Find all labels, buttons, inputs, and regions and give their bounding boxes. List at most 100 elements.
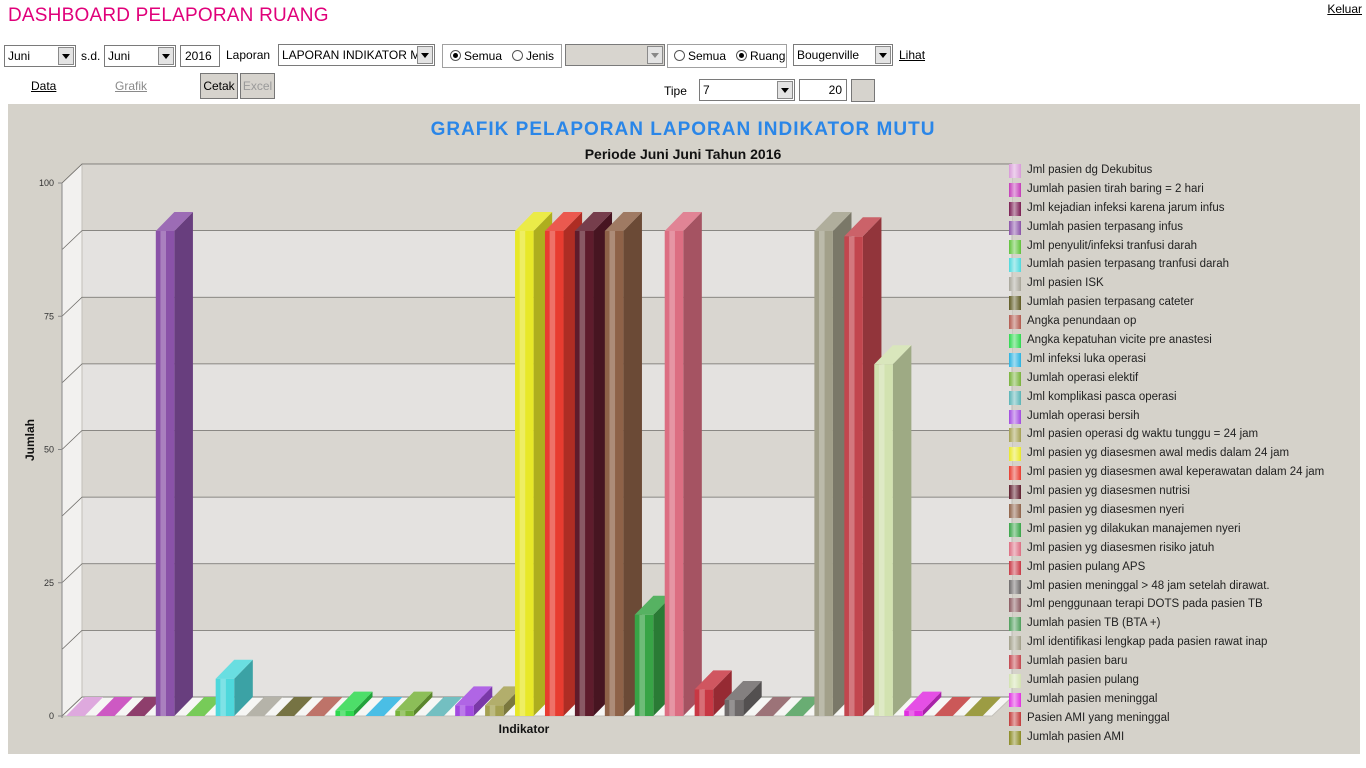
legend-item: Jumlah pasien tirah baring = 2 hari	[1008, 181, 1358, 200]
legend-swatch	[1009, 674, 1021, 689]
y-tick-label: 50	[44, 445, 54, 455]
legend-swatch	[1009, 692, 1021, 707]
bar-highlight	[459, 705, 466, 716]
bar-highlight	[639, 614, 645, 716]
bar-highlight	[609, 230, 616, 716]
legend-swatch	[1009, 220, 1021, 235]
legend-item: Jml kejadian infeksi karena jarum infus	[1008, 200, 1358, 219]
legend-swatch	[1009, 182, 1021, 197]
legend-swatch	[1009, 485, 1021, 500]
legend-item: Jumlah operasi bersih	[1008, 408, 1358, 427]
legend-item: Angka penundaan op	[1008, 313, 1358, 332]
bar-side	[174, 211, 193, 716]
bar-highlight	[160, 230, 167, 716]
bar-side	[683, 211, 702, 716]
legend-swatch	[1009, 371, 1021, 386]
legend-item: Jml pasien ISK	[1008, 275, 1358, 294]
legend-item: Jml infeksi luka operasi	[1008, 351, 1358, 370]
legend-swatch	[1009, 617, 1021, 632]
y-tick-label: 0	[49, 711, 54, 721]
legend-swatch	[1009, 164, 1021, 178]
legend-swatch	[1009, 655, 1021, 670]
legend-item: Jml identifikasi lengkap pada pasien raw…	[1008, 634, 1358, 653]
legend-item: Jumlah pasien baru	[1008, 653, 1358, 672]
chart-legend: Jml pasien dg Dekubitus Jumlah pasien tir…	[1008, 162, 1358, 748]
legend-item: Jml penyulit/infeksi tranfusi darah	[1008, 238, 1358, 257]
legend-swatch	[1009, 636, 1021, 651]
legend-label: Angka kepatuhan vicite pre anastesi	[1027, 334, 1212, 347]
legend-swatch	[1009, 277, 1021, 292]
legend-swatch	[1009, 258, 1021, 273]
legend-label: Jml pasien yg diasesmen awal medis dalam…	[1027, 447, 1290, 460]
legend-item: Jml komplikasi pasca operasi	[1008, 389, 1358, 408]
legend-label: Jml pasien meninggal > 48 jam setelah di…	[1027, 579, 1270, 592]
legend-swatch	[1009, 390, 1021, 405]
legend-item: Jumlah operasi elektif	[1008, 370, 1358, 389]
legend-label: Jml identifikasi lengkap pada pasien raw…	[1027, 636, 1268, 649]
legend-item: Jumlah pasien AMI	[1008, 729, 1358, 748]
bar-highlight	[579, 230, 586, 716]
legend-swatch	[1009, 730, 1021, 745]
legend-label: Jml kejadian infeksi karena jarum infus	[1027, 201, 1225, 214]
legend-label: Jml pasien yg diasesmen nyeri	[1027, 504, 1185, 517]
legend-label: Jml infeksi luka operasi	[1027, 352, 1146, 365]
legend-label: Jml pasien yg diasesmen nutrisi	[1027, 485, 1190, 498]
y-tick-label: 100	[39, 178, 54, 188]
legend-label: Jml penggunaan terapi DOTS pada pasien T…	[1027, 598, 1263, 611]
legend-item: Jml pasien meninggal > 48 jam setelah di…	[1008, 578, 1358, 597]
legend-label: Jml penyulit/infeksi tranfusi darah	[1027, 239, 1198, 252]
bar	[664, 211, 702, 716]
bar-highlight	[399, 710, 406, 716]
legend-item: Jml pasien yg diasesmen awal keperawatan…	[1008, 464, 1358, 483]
legend-label: Jml pasien yg diasesmen awal keperawatan…	[1027, 466, 1325, 479]
legend-swatch	[1009, 334, 1021, 349]
legend-swatch	[1009, 598, 1021, 613]
legend-label: Pasien AMI yang meninggal	[1027, 711, 1170, 724]
legend-swatch	[1009, 409, 1021, 424]
bar-highlight	[699, 689, 705, 716]
bar-highlight	[729, 700, 735, 716]
legend-item: Jumlah pasien TB (BTA +)	[1008, 615, 1358, 634]
legend-item: Jml pasien yg diasesmen nyeri	[1008, 502, 1358, 521]
x-axis-label: Indikator	[499, 722, 550, 736]
bar-highlight	[848, 236, 855, 717]
bar-highlight	[489, 705, 496, 716]
legend-swatch	[1009, 466, 1021, 481]
legend-label: Jumlah pasien tirah baring = 2 hari	[1027, 182, 1204, 195]
legend-swatch	[1009, 447, 1021, 462]
bar-highlight	[669, 230, 675, 716]
legend-swatch	[1009, 504, 1021, 519]
bar-highlight	[220, 678, 226, 716]
bar-highlight	[519, 230, 526, 716]
legend-item: Jml pasien yg diasesmen awal medis dalam…	[1008, 445, 1358, 464]
legend-item: Jml pasien yg diasesmen risiko jatuh	[1008, 540, 1358, 559]
legend-item: Jumlah pasien pulang	[1008, 672, 1358, 691]
legend-item: Jumlah pasien terpasang cateter	[1008, 294, 1358, 313]
legend-label: Jml pasien operasi dg waktu tunggu = 24 …	[1027, 428, 1259, 441]
legend-label: Jumlah pasien baru	[1027, 655, 1128, 668]
legend-swatch	[1009, 579, 1021, 594]
legend-swatch	[1009, 711, 1021, 726]
legend-label: Jml pasien dg Dekubitus	[1027, 164, 1153, 176]
legend-label: Jml pasien yg diasesmen risiko jatuh	[1027, 541, 1215, 554]
bar-highlight	[878, 364, 885, 716]
legend-label: Jml pasien yg dilakukan manajemen nyeri	[1027, 522, 1241, 535]
legend-swatch	[1009, 296, 1021, 311]
bar-side	[892, 345, 912, 716]
legend-item: Pasien AMI yang meninggal	[1008, 710, 1358, 729]
legend-label: Jumlah pasien meninggal	[1027, 692, 1158, 705]
legend-item: Jml penggunaan terapi DOTS pada pasien T…	[1008, 596, 1358, 615]
legend-label: Jumlah operasi elektif	[1027, 371, 1139, 384]
legend-swatch	[1009, 522, 1021, 537]
legend-label: Jumlah pasien pulang	[1027, 674, 1139, 687]
legend-swatch	[1009, 541, 1021, 556]
legend-item: Jml pasien yg dilakukan manajemen nyeri	[1008, 521, 1358, 540]
legend-item: Jumlah pasien terpasang infus	[1008, 219, 1358, 238]
legend-swatch	[1009, 428, 1021, 443]
legend-label: Jml pasien pulang APS	[1027, 560, 1146, 573]
legend-item: Jumlah pasien meninggal	[1008, 691, 1358, 710]
legend-item: Jml pasien operasi dg waktu tunggu = 24 …	[1008, 426, 1358, 445]
legend-label: Jml komplikasi pasca operasi	[1027, 390, 1177, 403]
bar-highlight	[819, 230, 825, 716]
bar-highlight	[549, 230, 556, 716]
